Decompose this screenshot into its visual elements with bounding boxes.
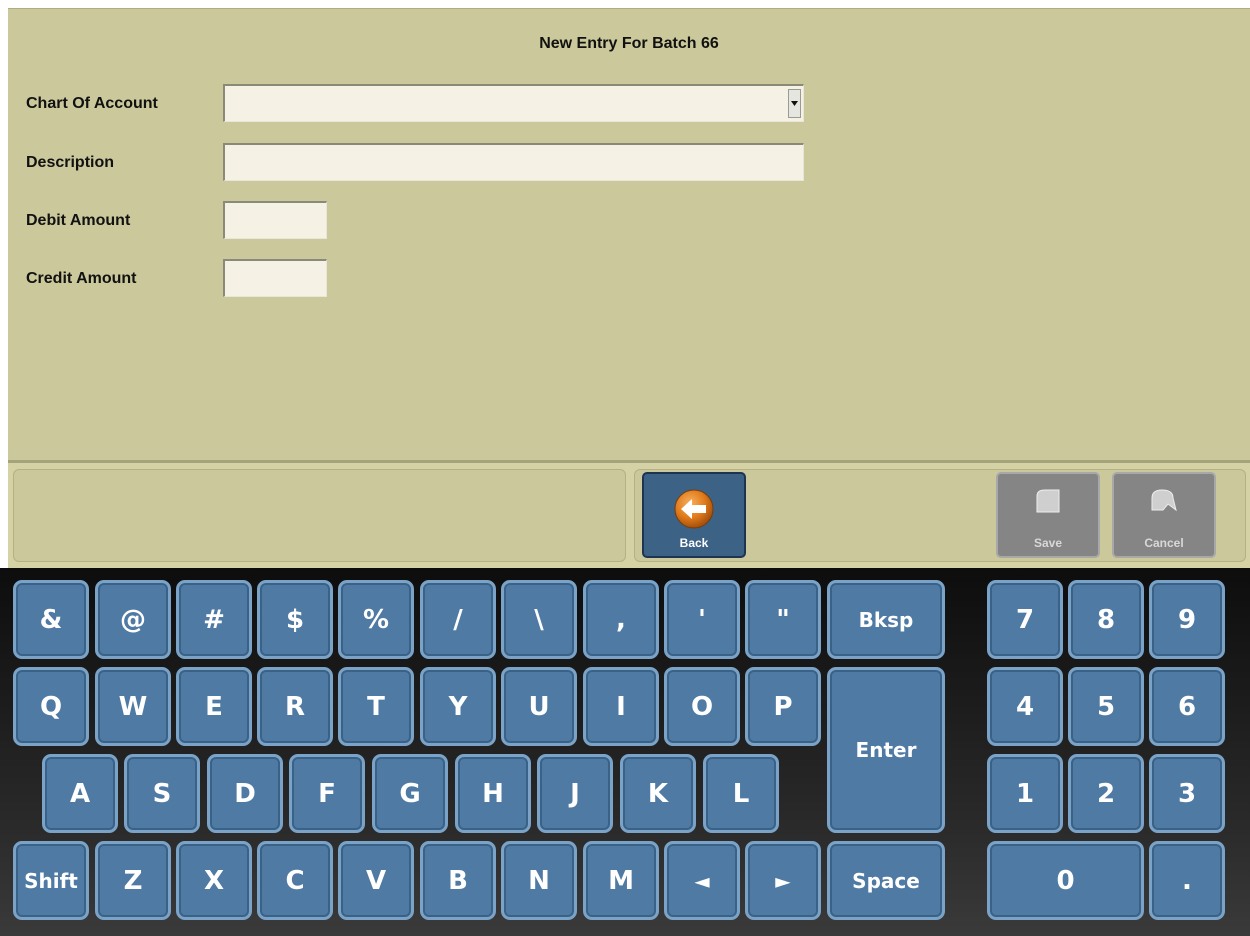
key-shift[interactable]: Shift	[13, 841, 89, 920]
key-3[interactable]: 3	[1149, 754, 1225, 833]
key-d[interactable]: D	[207, 754, 283, 833]
key-u[interactable]: U	[501, 667, 577, 746]
form-title: New Entry For Batch 66	[539, 35, 719, 52]
key-9[interactable]: 9	[1149, 580, 1225, 659]
key-apostrophe[interactable]: '	[664, 580, 740, 659]
credit-amount-label: Credit Amount	[26, 270, 137, 287]
key-n[interactable]: N	[501, 841, 577, 920]
key-b[interactable]: B	[420, 841, 496, 920]
debit-amount-field[interactable]	[223, 201, 327, 239]
key-dollar[interactable]: $	[257, 580, 333, 659]
key-c[interactable]: C	[257, 841, 333, 920]
key-f[interactable]: F	[289, 754, 365, 833]
key-right-arrow[interactable]: ►	[745, 841, 821, 920]
key-space[interactable]: Space	[827, 841, 945, 920]
chart-of-account-select[interactable]	[223, 84, 804, 122]
key-k[interactable]: K	[620, 754, 696, 833]
credit-amount-field[interactable]	[223, 259, 327, 297]
key-y[interactable]: Y	[420, 667, 496, 746]
key-comma[interactable]: ,	[583, 580, 659, 659]
key-1[interactable]: 1	[987, 754, 1063, 833]
key-l[interactable]: L	[703, 754, 779, 833]
key-7[interactable]: 7	[987, 580, 1063, 659]
key-o[interactable]: O	[664, 667, 740, 746]
description-label: Description	[26, 154, 115, 171]
save-button[interactable]: Save	[996, 472, 1100, 558]
key-ampersand[interactable]: &	[13, 580, 89, 659]
key-r[interactable]: R	[257, 667, 333, 746]
save-icon	[1033, 488, 1063, 517]
description-field[interactable]	[223, 143, 804, 181]
key-hash[interactable]: #	[176, 580, 252, 659]
key-e[interactable]: E	[176, 667, 252, 746]
chevron-down-icon[interactable]	[788, 89, 801, 118]
key-v[interactable]: V	[338, 841, 414, 920]
back-arrow-icon	[673, 488, 715, 533]
back-button[interactable]: Back	[642, 472, 746, 558]
key-slash[interactable]: /	[420, 580, 496, 659]
key-8[interactable]: 8	[1068, 580, 1144, 659]
key-at[interactable]: @	[95, 580, 171, 659]
key-decimal[interactable]: .	[1149, 841, 1225, 920]
key-g[interactable]: G	[372, 754, 448, 833]
key-i[interactable]: I	[583, 667, 659, 746]
cancel-button[interactable]: Cancel	[1112, 472, 1216, 558]
back-label: Back	[679, 536, 709, 550]
save-label: Save	[1033, 536, 1063, 550]
key-0[interactable]: 0	[987, 841, 1144, 920]
key-4[interactable]: 4	[987, 667, 1063, 746]
key-6[interactable]: 6	[1149, 667, 1225, 746]
key-j[interactable]: J	[537, 754, 613, 833]
key-m[interactable]: M	[583, 841, 659, 920]
key-x[interactable]: X	[176, 841, 252, 920]
key-backslash[interactable]: \	[501, 580, 577, 659]
key-left-arrow[interactable]: ◄	[664, 841, 740, 920]
key-t[interactable]: T	[338, 667, 414, 746]
debit-amount-label: Debit Amount	[26, 212, 131, 229]
chart-of-account-label: Chart Of Account	[26, 95, 158, 112]
key-enter[interactable]: Enter	[827, 667, 945, 833]
toolbar-left-panel	[13, 469, 626, 562]
key-quote[interactable]: "	[745, 580, 821, 659]
key-h[interactable]: H	[455, 754, 531, 833]
cancel-icon	[1149, 488, 1179, 517]
on-screen-keyboard: & @ # $ % / \ , ' " Bksp Q W E R T Y U I…	[0, 568, 1250, 936]
key-z[interactable]: Z	[95, 841, 171, 920]
key-5[interactable]: 5	[1068, 667, 1144, 746]
key-2[interactable]: 2	[1068, 754, 1144, 833]
key-backspace[interactable]: Bksp	[827, 580, 945, 659]
key-p[interactable]: P	[745, 667, 821, 746]
key-s[interactable]: S	[124, 754, 200, 833]
key-w[interactable]: W	[95, 667, 171, 746]
cancel-label: Cancel	[1144, 536, 1184, 550]
entry-form: New Entry For Batch 66 Chart Of Account …	[8, 8, 1250, 460]
key-a[interactable]: A	[42, 754, 118, 833]
key-percent[interactable]: %	[338, 580, 414, 659]
key-q[interactable]: Q	[13, 667, 89, 746]
